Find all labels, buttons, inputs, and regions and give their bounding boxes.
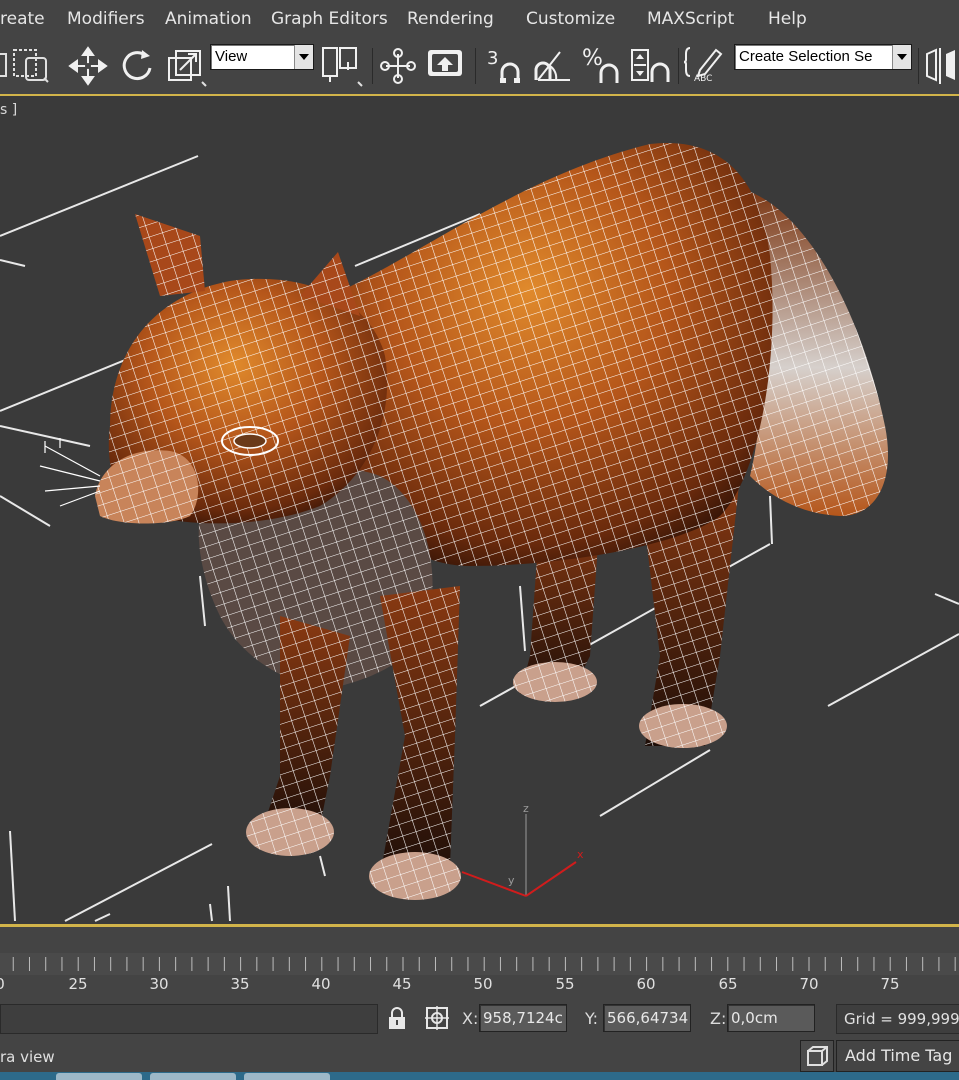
scene-render: x y z bbox=[0, 142, 959, 922]
timeline-tick-label: 35 bbox=[230, 975, 250, 993]
time-tag-toggle[interactable] bbox=[800, 1040, 834, 1072]
menu-help[interactable]: Help bbox=[768, 9, 807, 29]
edit-named-selection-icon[interactable]: ABC bbox=[684, 44, 728, 88]
gizmo-x-label: x bbox=[577, 848, 584, 861]
z-coord-field[interactable]: 0,0cm bbox=[727, 1004, 815, 1032]
y-coord-field[interactable]: 566,64734 bbox=[603, 1004, 691, 1032]
menu-rendering[interactable]: Rendering bbox=[407, 9, 494, 29]
menu-bar: reate Modifiers Animation Graph Editors … bbox=[0, 0, 959, 38]
select-object-icon[interactable] bbox=[0, 50, 8, 80]
x-coord-field[interactable]: 958,7124c bbox=[479, 1004, 567, 1032]
menu-maxscript[interactable]: MAXScript bbox=[647, 9, 734, 29]
menu-graph-editors[interactable]: Graph Editors bbox=[271, 9, 388, 29]
move-icon[interactable] bbox=[68, 46, 108, 86]
add-time-tag-button[interactable]: Add Time Tag bbox=[836, 1040, 959, 1072]
chevron-down-icon bbox=[892, 45, 911, 69]
use-pivot-icon[interactable] bbox=[320, 44, 366, 88]
status-message-area bbox=[0, 1004, 378, 1034]
x-coord-value: 958,7124c bbox=[483, 1009, 563, 1027]
timeline-tick-label: 25 bbox=[68, 975, 88, 993]
taskbar-button[interactable] bbox=[150, 1073, 236, 1080]
gizmo-y-label: y bbox=[508, 874, 515, 887]
cat-model[interactable] bbox=[39, 142, 888, 900]
toolbar-separator bbox=[918, 48, 919, 84]
grid-size-display: Grid = 999,9999 bbox=[836, 1004, 959, 1034]
taskbar-button[interactable] bbox=[244, 1073, 330, 1080]
magnet-icon bbox=[500, 62, 520, 83]
lock-icon[interactable] bbox=[386, 1005, 408, 1031]
z-coord-value: 0,0cm bbox=[731, 1009, 778, 1027]
add-time-tag-label: Add Time Tag bbox=[845, 1046, 953, 1065]
whiskers bbox=[39, 438, 101, 507]
timeline-tick-label: 55 bbox=[555, 975, 575, 993]
timeline-tick-label: 50 bbox=[473, 975, 493, 993]
magnet-icon bbox=[599, 63, 619, 83]
taskbar-button[interactable] bbox=[56, 1073, 142, 1080]
y-coord-label: Y: bbox=[585, 1009, 599, 1028]
grid-size-text: Grid = 999,9999 bbox=[844, 1010, 959, 1028]
absolute-mode-icon[interactable] bbox=[424, 1004, 450, 1032]
main-toolbar: View 3 % ABC Create Selection Se bbox=[0, 38, 959, 94]
select-region-icon[interactable] bbox=[12, 46, 52, 84]
toolbar-separator bbox=[678, 48, 679, 84]
timeline-tick-label: 65 bbox=[718, 975, 738, 993]
menu-modifiers[interactable]: Modifiers bbox=[67, 9, 145, 29]
x-coord-label: X: bbox=[462, 1009, 479, 1028]
snap-dimension-label: 3 bbox=[487, 48, 499, 69]
timeline-tick-label: 30 bbox=[149, 975, 169, 993]
select-manipulate-icon[interactable] bbox=[378, 46, 418, 86]
taskbar-strip bbox=[0, 1072, 959, 1080]
perspective-viewport[interactable]: s ] x y z bbox=[0, 96, 959, 926]
menu-animation[interactable]: Animation bbox=[165, 9, 252, 29]
rotate-icon[interactable] bbox=[118, 46, 156, 86]
toolbar-separator bbox=[475, 48, 476, 84]
snaps-toggle-icon[interactable]: 3 bbox=[485, 46, 527, 86]
gizmo-z-label: z bbox=[523, 802, 529, 815]
transform-gizmo[interactable]: x y z bbox=[461, 802, 584, 897]
timeline-tick-label: 0 bbox=[0, 975, 5, 993]
menu-customize[interactable]: Customize bbox=[526, 9, 615, 29]
scale-icon[interactable] bbox=[166, 46, 210, 88]
named-selection-dropdown[interactable]: Create Selection Se bbox=[734, 44, 912, 70]
menu-create[interactable]: reate bbox=[0, 9, 45, 29]
timeline-tick-label: 45 bbox=[392, 975, 412, 993]
z-coord-label: Z: bbox=[710, 1009, 727, 1028]
status-bar: X: 958,7124c Y: 566,64734 Z: 0,0cm Grid … bbox=[0, 1000, 959, 1038]
cube-icon bbox=[807, 1046, 828, 1066]
prompt-bar: ra view Add Time Tag bbox=[0, 1038, 959, 1080]
timeline-tick-label: 60 bbox=[636, 975, 656, 993]
angle-snap-icon[interactable] bbox=[532, 46, 574, 86]
spinner-snap-icon[interactable] bbox=[630, 46, 672, 86]
percent-snap-icon[interactable]: % bbox=[582, 46, 624, 86]
timeline-tick-label: 70 bbox=[799, 975, 819, 993]
prompt-text: ra view bbox=[0, 1048, 55, 1066]
timeline-tick-label: 75 bbox=[880, 975, 900, 993]
reference-coordinate-dropdown[interactable]: View bbox=[210, 44, 314, 70]
reference-coordinate-value: View bbox=[215, 48, 248, 65]
toolbar-separator bbox=[372, 48, 373, 84]
named-selection-value: Create Selection Se bbox=[739, 48, 873, 65]
timeline-tick-label: 40 bbox=[311, 975, 331, 993]
abc-label: ABC bbox=[694, 74, 713, 84]
y-coord-value: 566,64734 bbox=[607, 1009, 688, 1027]
chevron-down-icon bbox=[294, 45, 313, 69]
keyboard-shortcut-icon[interactable] bbox=[426, 46, 466, 84]
track-bar[interactable]: 0 25 30 35 40 45 50 55 60 65 70 75 bbox=[0, 927, 959, 1000]
mirror-icon[interactable] bbox=[924, 46, 959, 86]
